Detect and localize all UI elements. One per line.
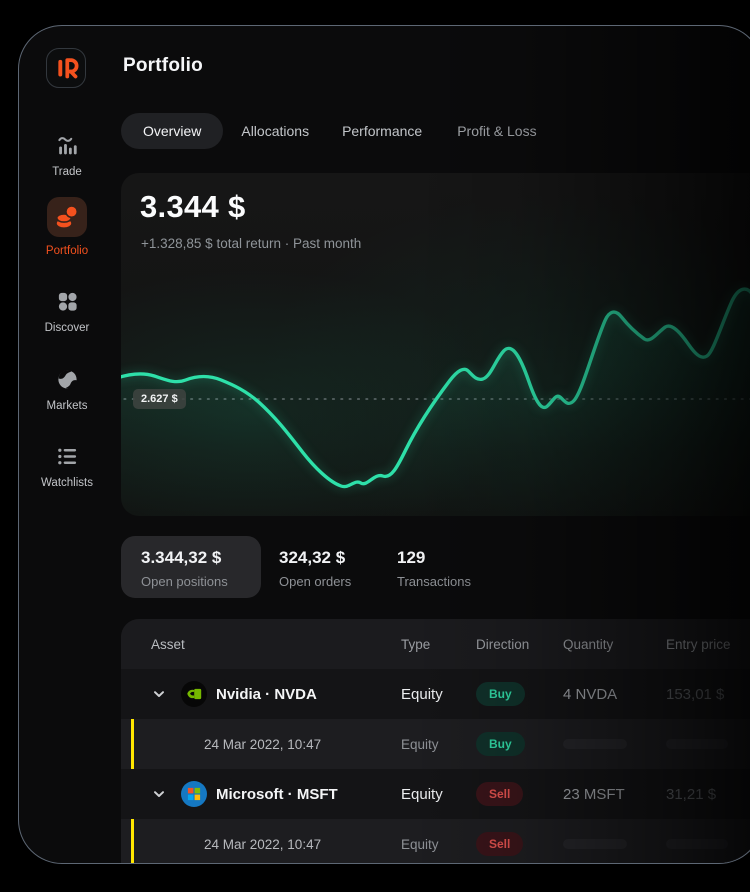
stat-label: Open orders	[279, 574, 351, 589]
globe-icon	[19, 366, 115, 392]
quantity-placeholder	[563, 839, 627, 849]
asset-type: Equity	[401, 737, 476, 752]
tab-overview[interactable]: Overview	[121, 113, 223, 149]
tab-performance[interactable]: Performance	[342, 123, 422, 139]
nvidia-logo	[181, 681, 207, 707]
app-logo[interactable]	[46, 48, 86, 88]
sidebar-item-trade[interactable]: Trade	[19, 132, 115, 178]
tab-bar: Overview Allocations Performance Profit …	[121, 113, 537, 149]
table-row-nvidia[interactable]: Nvidia · NVDA Equity Buy 4 NVDA 153,01 $	[121, 669, 750, 719]
order-date: 24 Mar 2022, 10:47	[204, 837, 321, 852]
coins-icon	[47, 197, 87, 237]
direction-badge-sell: Sell	[476, 832, 523, 856]
table-header-row: Asset Type Direction Quantity Entry pric…	[121, 619, 750, 669]
stat-label: Open positions	[141, 574, 261, 589]
app-window: Portfolio Trade Portfolio	[18, 25, 750, 864]
chevron-down-icon[interactable]	[153, 790, 165, 798]
stat-value: 129	[397, 548, 471, 568]
grid-icon	[19, 288, 115, 314]
entry-price-placeholder	[666, 839, 728, 849]
order-date: 24 Mar 2022, 10:47	[204, 737, 321, 752]
table-subrow-nvidia-order[interactable]: 24 Mar 2022, 10:47 Equity Buy	[121, 719, 750, 769]
asset-name: Nvidia · NVDA	[216, 686, 317, 703]
quantity-value: 4 NVDA	[563, 686, 666, 703]
sidebar-label-watchlists: Watchlists	[19, 477, 115, 489]
entry-price-value: 153,01 $	[666, 686, 750, 703]
portfolio-chart-card[interactable]: 3.344 $ +1.328,85 $ total return · Past …	[121, 173, 750, 516]
trade-chart-icon	[19, 132, 115, 158]
microsoft-logo	[181, 781, 207, 807]
sidebar-item-portfolio[interactable]: Portfolio	[19, 197, 115, 257]
sidebar-label-markets: Markets	[19, 400, 115, 412]
chevron-down-icon[interactable]	[153, 690, 165, 698]
column-header-entry-price: Entry price	[666, 637, 750, 652]
entry-price-value: 31,21 $	[666, 786, 750, 803]
asset-type: Equity	[401, 786, 476, 803]
direction-badge-buy: Buy	[476, 732, 525, 756]
asset-name: Microsoft · MSFT	[216, 786, 338, 803]
column-header-direction: Direction	[476, 637, 563, 652]
portfolio-icon-background	[47, 197, 87, 237]
entry-price-placeholder	[666, 739, 728, 749]
sidebar-label-trade: Trade	[19, 166, 115, 178]
column-header-quantity: Quantity	[563, 637, 666, 652]
highlight-bar	[131, 719, 134, 769]
sidebar-item-discover[interactable]: Discover	[19, 288, 115, 334]
asset-type: Equity	[401, 837, 476, 852]
main-content: Overview Allocations Performance Profit …	[121, 26, 750, 863]
stat-value: 3.344,32 $	[141, 548, 261, 568]
total-value: 3.344 $	[140, 189, 246, 225]
baseline-value-label: 2.627 $	[133, 389, 186, 409]
direction-badge-buy: Buy	[476, 682, 525, 706]
stat-value: 324,32 $	[279, 548, 351, 568]
list-icon	[19, 443, 115, 469]
quantity-placeholder	[563, 739, 627, 749]
tab-profit-loss[interactable]: Profit & Loss	[457, 123, 536, 139]
stat-label: Transactions	[397, 574, 471, 589]
sidebar-label-portfolio: Portfolio	[19, 245, 115, 257]
brand-r-icon	[49, 51, 83, 85]
asset-type: Equity	[401, 686, 476, 703]
direction-badge-sell: Sell	[476, 782, 523, 806]
tab-allocations[interactable]: Allocations	[241, 123, 309, 139]
stats-row: 3.344,32 $ Open positions 324,32 $ Open …	[121, 536, 750, 598]
table-row-microsoft[interactable]: Microsoft · MSFT Equity Sell 23 MSFT 31,…	[121, 769, 750, 819]
table-subrow-microsoft-order[interactable]: 24 Mar 2022, 10:47 Equity Sell	[121, 819, 750, 863]
highlight-bar	[131, 819, 134, 863]
sidebar-item-markets[interactable]: Markets	[19, 366, 115, 412]
sidebar-label-discover: Discover	[19, 322, 115, 334]
sidebar-item-watchlists[interactable]: Watchlists	[19, 443, 115, 489]
column-header-asset: Asset	[151, 637, 401, 652]
stat-open-orders[interactable]: 324,32 $ Open orders	[279, 548, 351, 589]
stat-transactions[interactable]: 129 Transactions	[397, 548, 471, 589]
positions-table: Asset Type Direction Quantity Entry pric…	[121, 619, 750, 863]
column-header-type: Type	[401, 637, 476, 652]
total-return-subtitle: +1.328,85 $ total return · Past month	[141, 236, 361, 251]
quantity-value: 23 MSFT	[563, 786, 666, 803]
stat-open-positions[interactable]: 3.344,32 $ Open positions	[121, 536, 261, 598]
